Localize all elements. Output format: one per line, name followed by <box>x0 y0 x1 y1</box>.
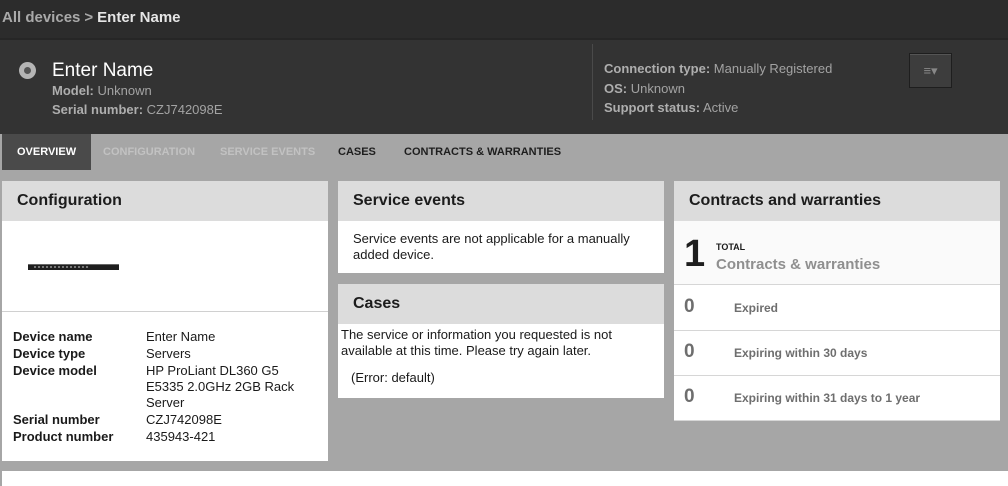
connection-type-value: Manually Registered <box>713 61 833 76</box>
contracts-total-count: 1 <box>684 233 706 275</box>
device-title: Enter Name <box>52 60 154 81</box>
contracts-expiring-year-row[interactable]: 0 Expiring within 31 days to 1 year <box>674 376 1000 421</box>
breadcrumb: All devices > Enter Name <box>0 0 1008 38</box>
contracts-expiring-30-row[interactable]: 0 Expiring within 30 days <box>674 331 1000 376</box>
cases-title: Cases <box>338 284 664 324</box>
configuration-panel: Configuration Device name Enter Name Dev… <box>2 181 328 461</box>
footer-strip <box>2 471 1008 486</box>
device-model-label: Device model <box>13 363 97 378</box>
contracts-expiring-30-count: 0 <box>684 341 695 362</box>
device-status-dot-icon <box>19 62 36 79</box>
contracts-panel: Contracts and warranties 1 TOTAL Contrac… <box>674 181 1000 421</box>
breadcrumb-separator: > <box>84 9 94 26</box>
contracts-total: 1 TOTAL Contracts & warranties <box>674 221 1000 285</box>
tab-overview[interactable]: Overview <box>2 134 92 170</box>
contracts-expired-row[interactable]: 0 Expired <box>674 286 1000 331</box>
cases-error: (Error: default) <box>351 370 435 385</box>
model-line: Model: Unknown <box>52 83 152 98</box>
serial-value: CZJ742098E <box>146 102 223 117</box>
tab-configuration: Configuration <box>103 146 196 158</box>
device-type-label: Device type <box>13 346 86 361</box>
server-rack-image <box>28 264 119 270</box>
serial-number-value: CZJ742098E <box>146 412 222 427</box>
device-name-value: Enter Name <box>146 329 216 344</box>
contracts-expired-count: 0 <box>684 296 695 317</box>
device-header: Enter Name Model: Unknown Serial number:… <box>0 38 1008 134</box>
contracts-expiring-year-label: Expiring within 31 days to 1 year <box>734 391 921 405</box>
tab-bar: Overview Configuration Service events Ca… <box>0 134 1008 170</box>
contracts-expired-label: Expired <box>734 301 779 315</box>
contracts-total-label: Contracts & warranties <box>716 256 881 273</box>
model-value: Unknown <box>97 83 152 98</box>
service-events-panel: Service events Service events are not ap… <box>338 181 664 273</box>
support-status-line: Support status: Active <box>604 100 738 115</box>
os-value: Unknown <box>630 81 685 96</box>
product-number-value: 435943-421 <box>146 429 216 444</box>
tab-contracts-warranties[interactable]: Contracts & warranties <box>404 134 561 170</box>
actions-menu-button[interactable]: ≡▾ <box>909 53 952 88</box>
service-events-message: Service events are not applicable for a … <box>353 231 630 262</box>
serial-line: Serial number: CZJ742098E <box>52 102 223 117</box>
model-label: Model: <box>52 83 94 98</box>
serial-label: Serial number: <box>52 102 144 117</box>
tab-cases[interactable]: Cases <box>338 134 376 170</box>
os-line: OS: Unknown <box>604 81 685 96</box>
cases-panel: Cases The service or information you req… <box>338 284 664 398</box>
device-type-value: Servers <box>146 346 191 361</box>
service-events-title: Service events <box>338 181 664 221</box>
contracts-expiring-30-label: Expiring within 30 days <box>734 346 868 360</box>
contracts-total-small-label: TOTAL <box>716 242 746 252</box>
header-divider <box>592 44 593 120</box>
support-status-label: Support status: <box>604 100 701 115</box>
support-status-value: Active <box>702 100 739 115</box>
device-name-label: Device name <box>13 329 93 344</box>
contracts-title: Contracts and warranties <box>674 181 1000 221</box>
device-model-value: HP ProLiant DL360 G5 E5335 2.0GHz 2GB Ra… <box>146 363 295 410</box>
serial-number-label: Serial number <box>13 412 100 427</box>
configuration-divider <box>2 311 328 312</box>
connection-type-label: Connection type: <box>604 61 711 76</box>
product-number-label: Product number <box>13 429 114 444</box>
os-label: OS: <box>604 81 628 96</box>
tab-service-events: Service events <box>220 146 316 158</box>
breadcrumb-all-devices-link[interactable]: All devices <box>2 9 80 26</box>
cases-message: The service or information you requested… <box>341 327 612 358</box>
breadcrumb-current: Enter Name <box>97 9 181 26</box>
contracts-expiring-year-count: 0 <box>684 386 695 407</box>
connection-type-line: Connection type: Manually Registered <box>604 61 832 76</box>
configuration-title: Configuration <box>2 181 328 221</box>
